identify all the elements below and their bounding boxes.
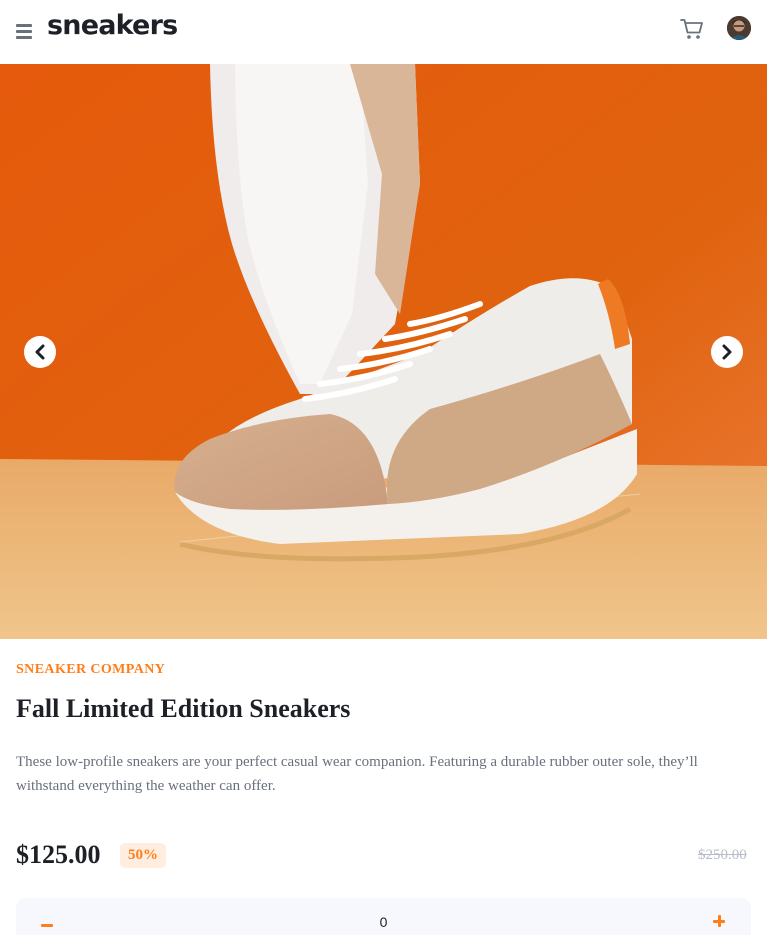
next-image-button[interactable]	[711, 336, 743, 368]
product-description: These low-profile sneakers are your perf…	[16, 754, 698, 794]
logo[interactable]: sneakers	[47, 10, 178, 41]
company-name: SNEAKER COMPANY	[16, 662, 166, 677]
chevron-right-icon	[722, 344, 732, 360]
hamburger-menu-icon[interactable]	[16, 24, 32, 39]
quantity-stepper: 0	[16, 898, 751, 935]
quantity-value: 0	[379, 914, 388, 930]
original-price: $250.00	[698, 847, 747, 863]
plus-icon[interactable]	[713, 915, 727, 929]
product-photo	[0, 64, 767, 639]
discount-badge: 50%	[120, 843, 166, 868]
product-image-carousel[interactable]	[0, 64, 767, 639]
current-price: $125.00	[16, 840, 101, 869]
user-avatar[interactable]	[727, 16, 751, 40]
previous-image-button[interactable]	[24, 336, 56, 368]
cart-icon[interactable]	[680, 18, 704, 40]
chevron-left-icon	[35, 344, 45, 360]
product-title: Fall Limited Edition Sneakers	[16, 694, 351, 723]
top-header: sneakers	[0, 0, 767, 64]
